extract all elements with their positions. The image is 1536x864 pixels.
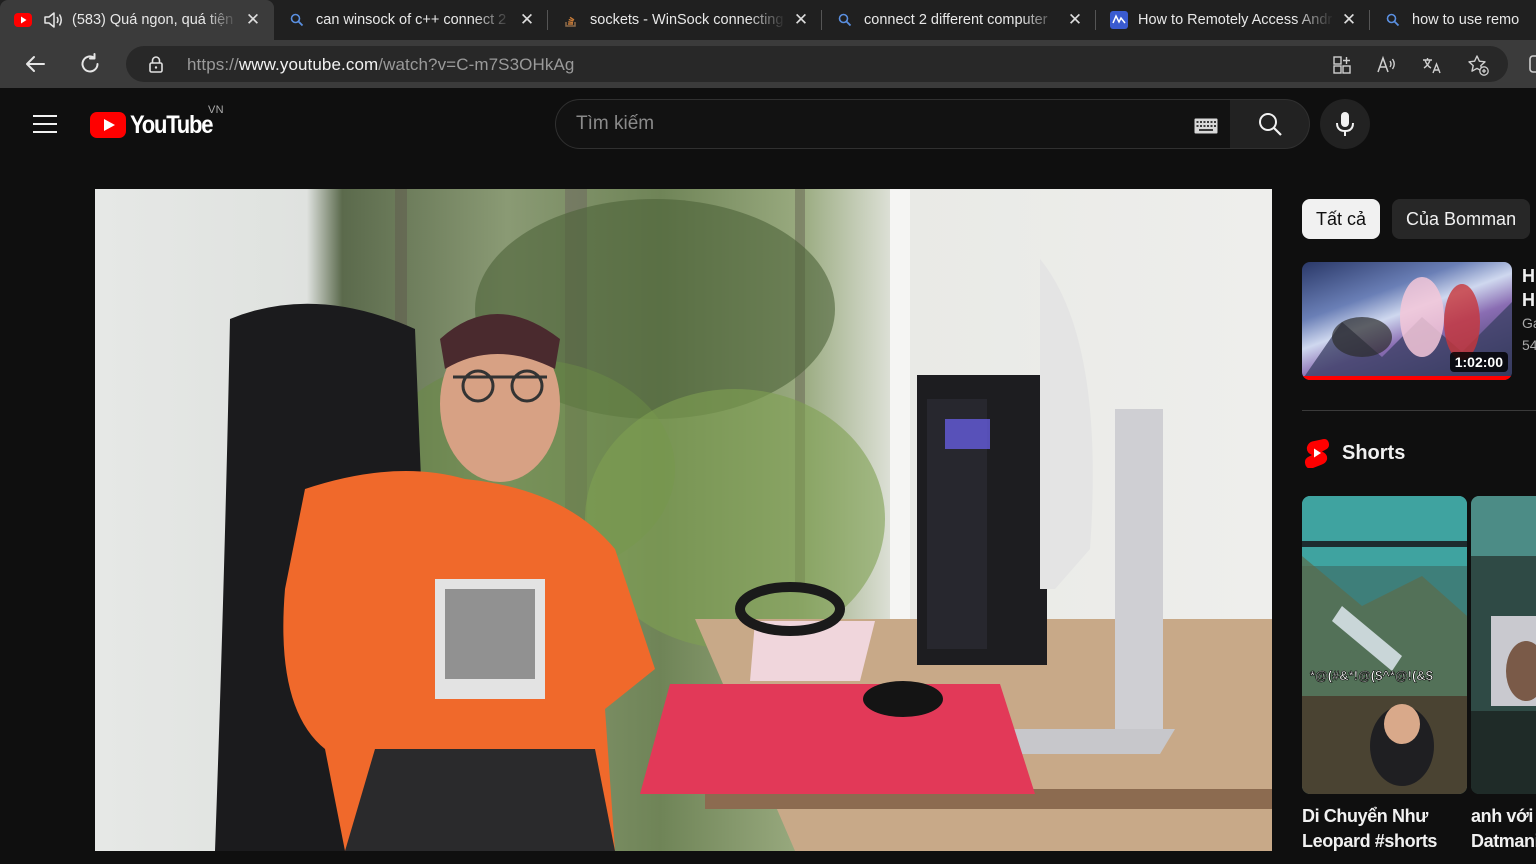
short-title[interactable]: Di Chuyển Như — [1302, 804, 1467, 829]
shorts-label: Shorts — [1342, 441, 1406, 464]
close-tab-icon[interactable]: ✕ — [244, 11, 262, 29]
browser-tab[interactable]: How to Remotely Access Andr ✕ — [1096, 0, 1370, 40]
browser-toolbar: https://www.youtube.com/watch?v=C-m7S3OH… — [0, 40, 1536, 88]
youtube-logo[interactable]: YouTube VN — [90, 104, 224, 140]
video-meta: H H Ga 54 — [1522, 264, 1536, 356]
voice-search-button[interactable] — [1320, 99, 1370, 149]
youtube-icon — [14, 11, 32, 29]
video-title[interactable]: H — [1522, 264, 1536, 288]
app-icon — [1110, 11, 1128, 29]
short-thumbnail[interactable] — [1471, 496, 1536, 794]
search-button[interactable] — [1230, 99, 1310, 149]
app-available-icon[interactable] — [1331, 54, 1353, 76]
close-tab-icon[interactable]: ✕ — [1066, 11, 1084, 29]
short-video-card[interactable]: anh với Datmani — [1471, 496, 1536, 864]
shorts-header: Shorts — [1304, 438, 1405, 468]
youtube-masthead: YouTube VN — [0, 88, 1536, 160]
short-title[interactable]: anh với — [1471, 804, 1536, 829]
hamburger-menu-icon — [33, 115, 57, 133]
watch-progress-bar — [1302, 376, 1512, 380]
video-duration: 1:02:00 — [1449, 352, 1508, 372]
youtube-wordmark: YouTube — [130, 110, 213, 139]
read-aloud-icon[interactable] — [1376, 54, 1398, 76]
search-icon — [288, 11, 306, 29]
short-thumbnail-art: *@(#&*!@($^*@!(&$ — [1302, 496, 1467, 794]
short-thumbnail[interactable]: *@(#&*!@($^*@!(&$ — [1302, 496, 1467, 794]
translate-icon[interactable] — [1421, 54, 1443, 76]
tab-title: (583) Quá ngon, quá tiện — [72, 12, 234, 28]
stackoverflow-icon — [562, 11, 580, 29]
short-overlay-text: *@(#&*!@($^*@!(&$ — [1310, 668, 1434, 683]
url-scheme: https:// — [187, 55, 239, 74]
tab-title: how to use remo — [1412, 12, 1520, 28]
short-title[interactable]: Datmani — [1471, 829, 1536, 854]
address-bar[interactable]: https://www.youtube.com/watch?v=C-m7S3OH… — [126, 46, 1508, 82]
youtube-play-logo-icon — [90, 112, 126, 138]
search-box — [555, 99, 1231, 149]
tab-title: can winsock of c++ connect 2 — [316, 12, 507, 28]
back-arrow-icon — [26, 56, 45, 72]
browser-tab[interactable]: sockets - WinSock connecting ✕ — [548, 0, 822, 40]
microphone-icon — [1336, 112, 1354, 136]
related-filter-chips: Tất cả Của Bomman — [1302, 199, 1531, 239]
lock-icon[interactable] — [146, 54, 166, 74]
browser-tab[interactable]: (583) Quá ngon, quá tiện ✕ — [0, 0, 274, 40]
reload-button[interactable] — [76, 50, 104, 78]
reload-icon — [81, 53, 99, 73]
channel-name[interactable]: Ga — [1522, 312, 1536, 334]
extensions-icon[interactable] — [1526, 50, 1536, 78]
url-path: /watch?v=C-m7S3OHkAg — [378, 55, 575, 74]
country-code: VN — [208, 104, 224, 116]
short-title[interactable]: Leopard #shorts — [1302, 829, 1467, 854]
url-text: https://www.youtube.com/watch?v=C-m7S3OH… — [187, 55, 574, 75]
search-input[interactable] — [576, 112, 1176, 136]
recommended-video[interactable]: 1:02:00 H H Ga 54 — [1302, 262, 1536, 382]
browser-tab[interactable]: connect 2 different computer ✕ — [822, 0, 1096, 40]
search-icon — [836, 11, 854, 29]
close-tab-icon[interactable]: ✕ — [518, 11, 536, 29]
close-tab-icon[interactable]: ✕ — [792, 11, 810, 29]
video-player[interactable] — [95, 189, 1272, 851]
short-thumbnail-art — [1471, 496, 1536, 794]
add-favorite-icon[interactable] — [1467, 54, 1489, 76]
shorts-icon — [1304, 439, 1330, 468]
keyboard-icon[interactable] — [1194, 118, 1218, 134]
close-tab-icon[interactable]: ✕ — [1340, 11, 1358, 29]
browser-tab[interactable]: can winsock of c++ connect 2 ✕ — [274, 0, 548, 40]
speaker-icon[interactable] — [42, 10, 64, 30]
tab-title: sockets - WinSock connecting — [590, 12, 784, 28]
browser-tab[interactable]: how to use remo — [1370, 0, 1536, 40]
search-icon — [1384, 11, 1402, 29]
tab-title: connect 2 different computer — [864, 12, 1048, 28]
short-video-card[interactable]: *@(#&*!@($^*@!(&$ Di Chuyển Như Leopard … — [1302, 496, 1467, 864]
browser-tab-strip: (583) Quá ngon, quá tiện ✕ can winsock o… — [0, 0, 1536, 40]
guide-menu-button[interactable] — [26, 108, 64, 140]
url-host: www.youtube.com — [238, 55, 379, 74]
section-divider — [1302, 410, 1536, 411]
video-frame — [215, 189, 1272, 851]
chip-all[interactable]: Tất cả — [1302, 199, 1381, 239]
tab-title: How to Remotely Access Andr — [1138, 12, 1333, 28]
video-title[interactable]: H — [1522, 288, 1536, 312]
video-thumbnail[interactable]: 1:02:00 — [1302, 262, 1512, 380]
view-count: 54 — [1522, 337, 1536, 353]
back-button[interactable] — [21, 50, 49, 78]
chip-from-channel[interactable]: Của Bomman — [1392, 199, 1531, 239]
search-icon — [1258, 113, 1282, 136]
